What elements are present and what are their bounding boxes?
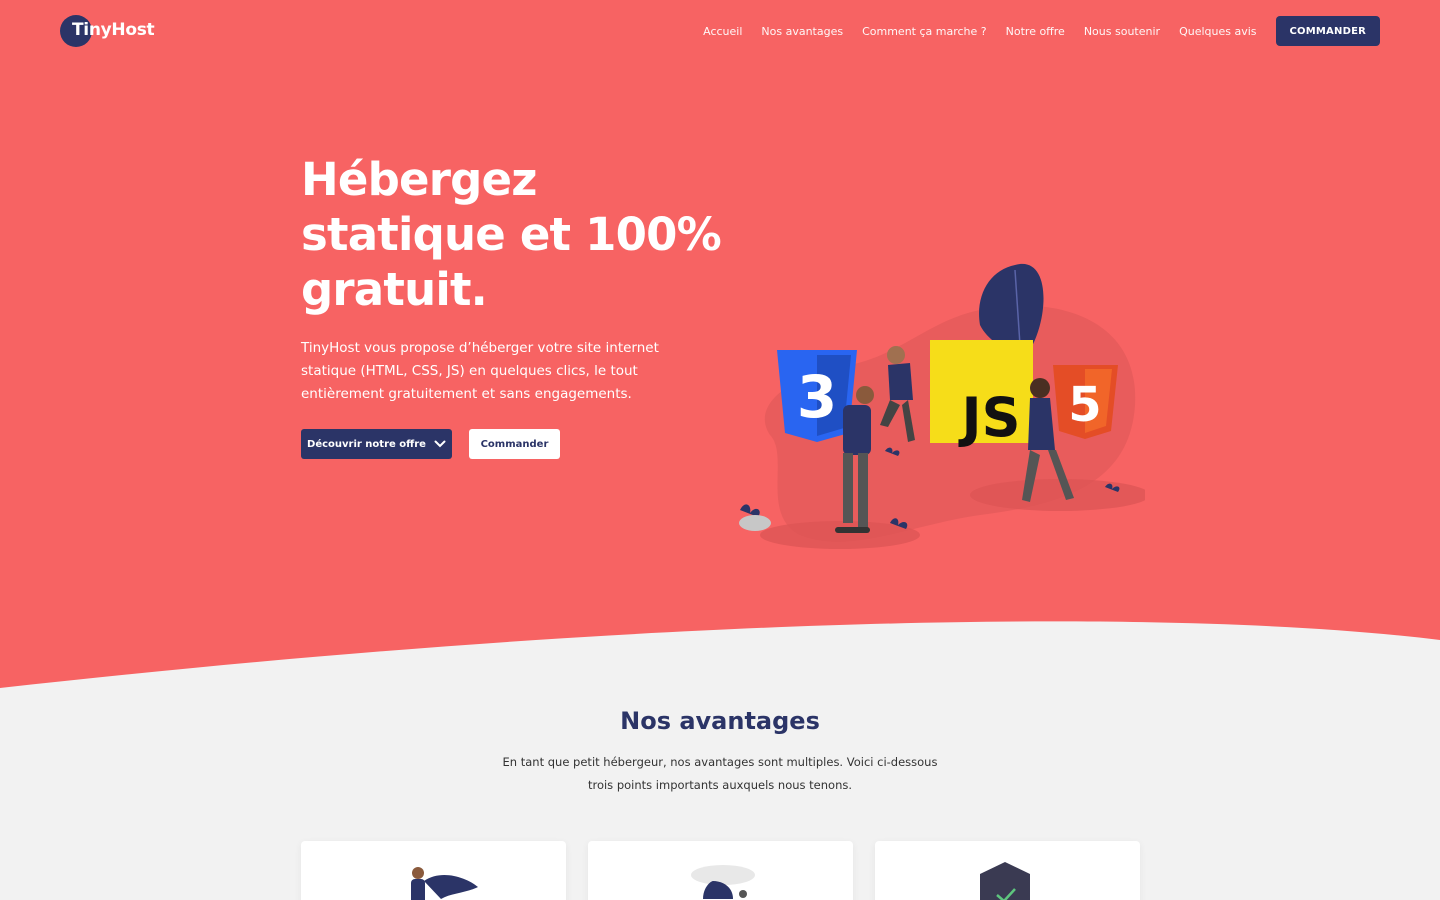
svg-text:3: 3 [797, 363, 837, 431]
advantage-card [588, 841, 853, 900]
nav-item-avis[interactable]: Quelques avis [1179, 25, 1256, 38]
nav-item-comment[interactable]: Comment ça marche ? [862, 25, 987, 38]
nav-item-offre[interactable]: Notre offre [1006, 25, 1065, 38]
commander-hero-button[interactable]: Commander [469, 429, 560, 459]
hero-description: TinyHost vous propose d’héberger votre s… [301, 340, 659, 402]
money-bag-icon [691, 865, 755, 899]
section-description-line: trois points importants auxquels nous te… [587, 778, 853, 792]
logo[interactable]: TinyHost [60, 15, 160, 47]
hero-illustration: 3 JS 5 [739, 263, 1145, 549]
main-nav: Accueil Nos avantages Comment ça marche … [703, 16, 1380, 46]
svg-text:5: 5 [1068, 377, 1101, 433]
advantage-card [301, 841, 566, 900]
logo-text: TinyHost [72, 20, 155, 40]
nav-item-avantages[interactable]: Nos avantages [761, 25, 843, 38]
hero-title: Hébergez statique et 100% gratuit. [301, 152, 722, 317]
discover-offer-label: Découvrir notre offre [307, 438, 426, 450]
nav-item-accueil[interactable]: Accueil [703, 25, 742, 38]
discover-offer-button[interactable]: Découvrir notre offre [301, 429, 452, 459]
shield-icon [980, 862, 1030, 900]
js-label: JS [958, 386, 1021, 449]
hero-title-line: gratuit. [301, 263, 488, 316]
hero-person-icon [411, 867, 478, 900]
commander-nav-button[interactable]: COMMANDER [1275, 16, 1380, 46]
hero-background [0, 0, 1440, 688]
js-icon: JS [930, 340, 1033, 449]
section-description-line: En tant que petit hébergeur, nos avantag… [502, 755, 938, 769]
nav-item-soutenir[interactable]: Nous soutenir [1084, 25, 1160, 38]
section-title-advantages: Nos avantages [620, 707, 820, 735]
section-description: En tant que petit hébergeur, nos avantag… [500, 751, 940, 797]
chevron-down-icon [434, 440, 446, 448]
hero-section: TinyHost Accueil Nos avantages Comment ç… [0, 0, 1440, 700]
hero-title-line: Hébergez [301, 153, 537, 206]
hero-title-line: statique et 100% [301, 208, 722, 261]
advantage-card [875, 841, 1140, 900]
html5-icon: 5 [1053, 365, 1118, 439]
